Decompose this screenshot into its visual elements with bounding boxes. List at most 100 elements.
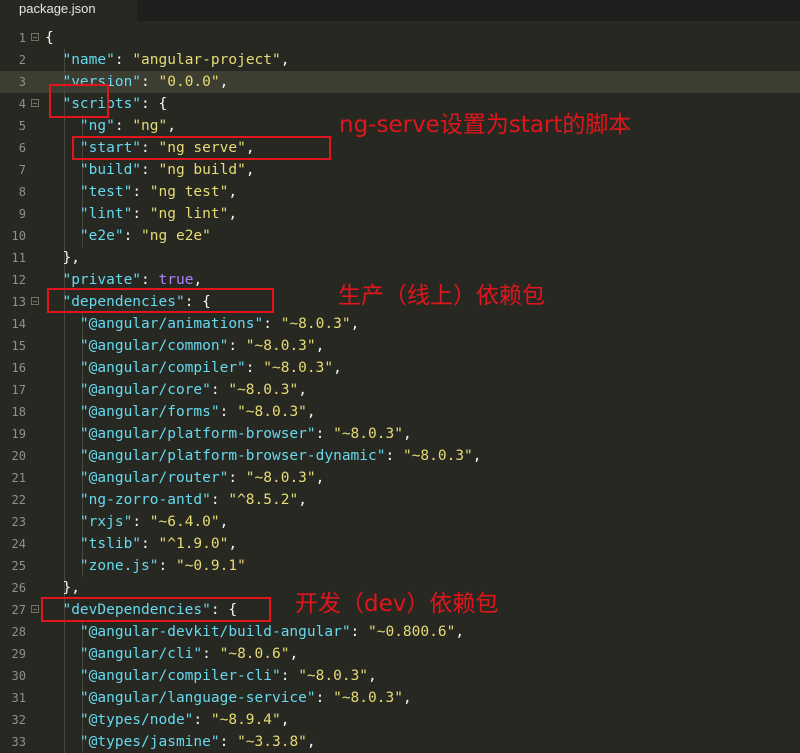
json-punctuation: , xyxy=(228,206,238,222)
json-key: "rxjs" xyxy=(79,514,133,530)
code-line[interactable]: 31 "@angular/language-service": "~8.0.3"… xyxy=(0,687,800,709)
code-text: "@angular/router": "~8.0.3", xyxy=(45,467,324,489)
tab-bar: package.json xyxy=(0,0,800,21)
json-key: "ng" xyxy=(79,118,115,134)
json-punctuation: , xyxy=(402,426,412,442)
json-punctuation: , xyxy=(472,448,482,464)
code-text: "lint": "ng lint", xyxy=(45,203,237,225)
json-string-value: "ng build" xyxy=(158,162,246,178)
code-line[interactable]: 15 "@angular/common": "~8.0.3", xyxy=(0,335,800,357)
code-line[interactable]: 9 "lint": "ng lint", xyxy=(0,203,800,225)
json-string-value: "~8.0.3" xyxy=(298,668,369,684)
code-line[interactable]: 7 "build": "ng build", xyxy=(0,159,800,181)
dev-dependencies-annotation: 开发（dev）依赖包 xyxy=(295,591,499,617)
json-key: "@angular/platform-browser-dynamic" xyxy=(79,448,386,464)
line-number: 14 xyxy=(11,317,26,331)
json-punctuation: : xyxy=(245,360,264,376)
code-text: "@angular/platform-browser": "~8.0.3", xyxy=(45,423,412,445)
json-string-value: "~8.0.3" xyxy=(245,470,316,486)
line-number: 29 xyxy=(11,647,26,661)
code-line[interactable]: 11 }, xyxy=(0,247,800,269)
code-line[interactable]: 32 "@types/node": "~8.9.4", xyxy=(0,709,800,731)
line-number: 4 xyxy=(18,97,26,111)
json-punctuation: , xyxy=(306,734,316,750)
code-line[interactable]: 33 "@types/jasmine": "~3.3.8", xyxy=(0,731,800,753)
code-line[interactable]: 8 "test": "ng test", xyxy=(0,181,800,203)
json-key: "build" xyxy=(79,162,142,178)
code-text: "@angular/language-service": "~8.0.3", xyxy=(45,687,412,709)
code-line[interactable]: 2 "name": "angular-project", xyxy=(0,49,800,71)
code-text: "@angular/forms": "~8.0.3", xyxy=(45,401,316,423)
code-line[interactable]: 10 "e2e": "ng e2e" xyxy=(0,225,800,247)
json-punctuation: : xyxy=(228,470,246,486)
code-text: "ng": "ng", xyxy=(45,115,176,137)
json-string-value: "~8.9.4" xyxy=(210,712,281,728)
fold-toggle-icon[interactable] xyxy=(31,33,39,41)
json-key: "@angular/router" xyxy=(79,470,229,486)
code-line[interactable]: 24 "tslib": "^1.9.0", xyxy=(0,533,800,555)
fold-toggle-icon[interactable] xyxy=(31,99,39,107)
line-number: 2 xyxy=(18,53,26,67)
json-key: "@angular-devkit/build-angular" xyxy=(79,624,351,640)
code-text: "@angular/core": "~8.0.3", xyxy=(45,379,307,401)
json-key: "ng-zorro-antd" xyxy=(79,492,211,508)
code-line[interactable]: 17 "@angular/core": "~8.0.3", xyxy=(0,379,800,401)
json-string-value: "~3.3.8" xyxy=(237,734,307,750)
json-string-value: "ng test" xyxy=(149,184,229,200)
json-key: "zone.js" xyxy=(79,558,159,574)
json-punctuation: }, xyxy=(62,580,80,596)
json-punctuation: : xyxy=(158,558,176,574)
json-string-value: "~8.0.6" xyxy=(219,646,290,662)
json-punctuation: : { xyxy=(141,96,168,112)
code-line[interactable]: 28 "@angular-devkit/build-angular": "~0.… xyxy=(0,621,800,643)
fold-toggle-icon[interactable] xyxy=(31,297,39,305)
tab-package-json[interactable]: package.json xyxy=(0,0,137,21)
line-number: 31 xyxy=(11,691,26,705)
json-punctuation: , xyxy=(167,118,176,134)
json-key: "lint" xyxy=(79,206,133,222)
json-punctuation: , xyxy=(245,162,255,178)
json-punctuation: : xyxy=(280,668,299,684)
json-punctuation: , xyxy=(333,360,342,376)
line-number: 25 xyxy=(11,559,26,573)
json-key: "@angular/compiler-cli" xyxy=(79,668,281,684)
code-line[interactable]: 23 "rxjs": "~6.4.0", xyxy=(0,511,800,533)
scripts-annotation: ng-serve设置为start的脚本 xyxy=(339,112,632,138)
line-number: 7 xyxy=(18,163,26,177)
code-line[interactable]: 16 "@angular/compiler": "~8.0.3", xyxy=(0,357,800,379)
json-punctuation: { xyxy=(45,30,54,46)
code-line[interactable]: 30 "@angular/compiler-cli": "~8.0.3", xyxy=(0,665,800,687)
code-line[interactable]: 29 "@angular/cli": "~8.0.6", xyxy=(0,643,800,665)
json-punctuation: , xyxy=(298,492,307,508)
code-line[interactable]: 25 "zone.js": "~0.9.1" xyxy=(0,555,800,577)
line-number: 9 xyxy=(18,207,26,221)
code-line[interactable]: 20 "@angular/platform-browser-dynamic": … xyxy=(0,445,800,467)
code-line[interactable]: 14 "@angular/animations": "~8.0.3", xyxy=(0,313,800,335)
code-text: "name": "angular-project", xyxy=(45,49,289,71)
code-line[interactable]: 19 "@angular/platform-browser": "~8.0.3"… xyxy=(0,423,800,445)
json-string-value: "ng" xyxy=(132,118,168,134)
code-line[interactable]: 18 "@angular/forms": "~8.0.3", xyxy=(0,401,800,423)
json-punctuation: : xyxy=(132,184,150,200)
line-number: 33 xyxy=(11,735,26,749)
json-key: "e2e" xyxy=(79,228,124,244)
json-key: "test" xyxy=(79,184,133,200)
code-line[interactable]: 21 "@angular/router": "~8.0.3", xyxy=(0,467,800,489)
code-line[interactable]: 3 "version": "0.0.0", xyxy=(0,71,800,93)
code-line[interactable]: 22 "ng-zorro-antd": "^8.5.2", xyxy=(0,489,800,511)
code-text: "rxjs": "~6.4.0", xyxy=(45,511,228,533)
line-number: 8 xyxy=(18,185,26,199)
json-punctuation: , xyxy=(219,514,229,530)
code-text: "@angular/compiler": "~8.0.3", xyxy=(45,357,342,379)
code-text: "tslib": "^1.9.0", xyxy=(45,533,237,555)
line-number: 32 xyxy=(11,713,26,727)
code-text: "@angular/cli": "~8.0.6", xyxy=(45,643,298,665)
line-number: 19 xyxy=(11,427,26,441)
fold-toggle-icon[interactable] xyxy=(31,605,39,613)
json-punctuation: , xyxy=(298,382,307,398)
code-line[interactable]: 1{ xyxy=(0,27,800,49)
json-punctuation: : xyxy=(114,118,133,134)
json-key: "@angular/core" xyxy=(79,382,211,398)
json-string-value: "~0.9.1" xyxy=(175,558,246,574)
json-punctuation: , xyxy=(368,668,377,684)
